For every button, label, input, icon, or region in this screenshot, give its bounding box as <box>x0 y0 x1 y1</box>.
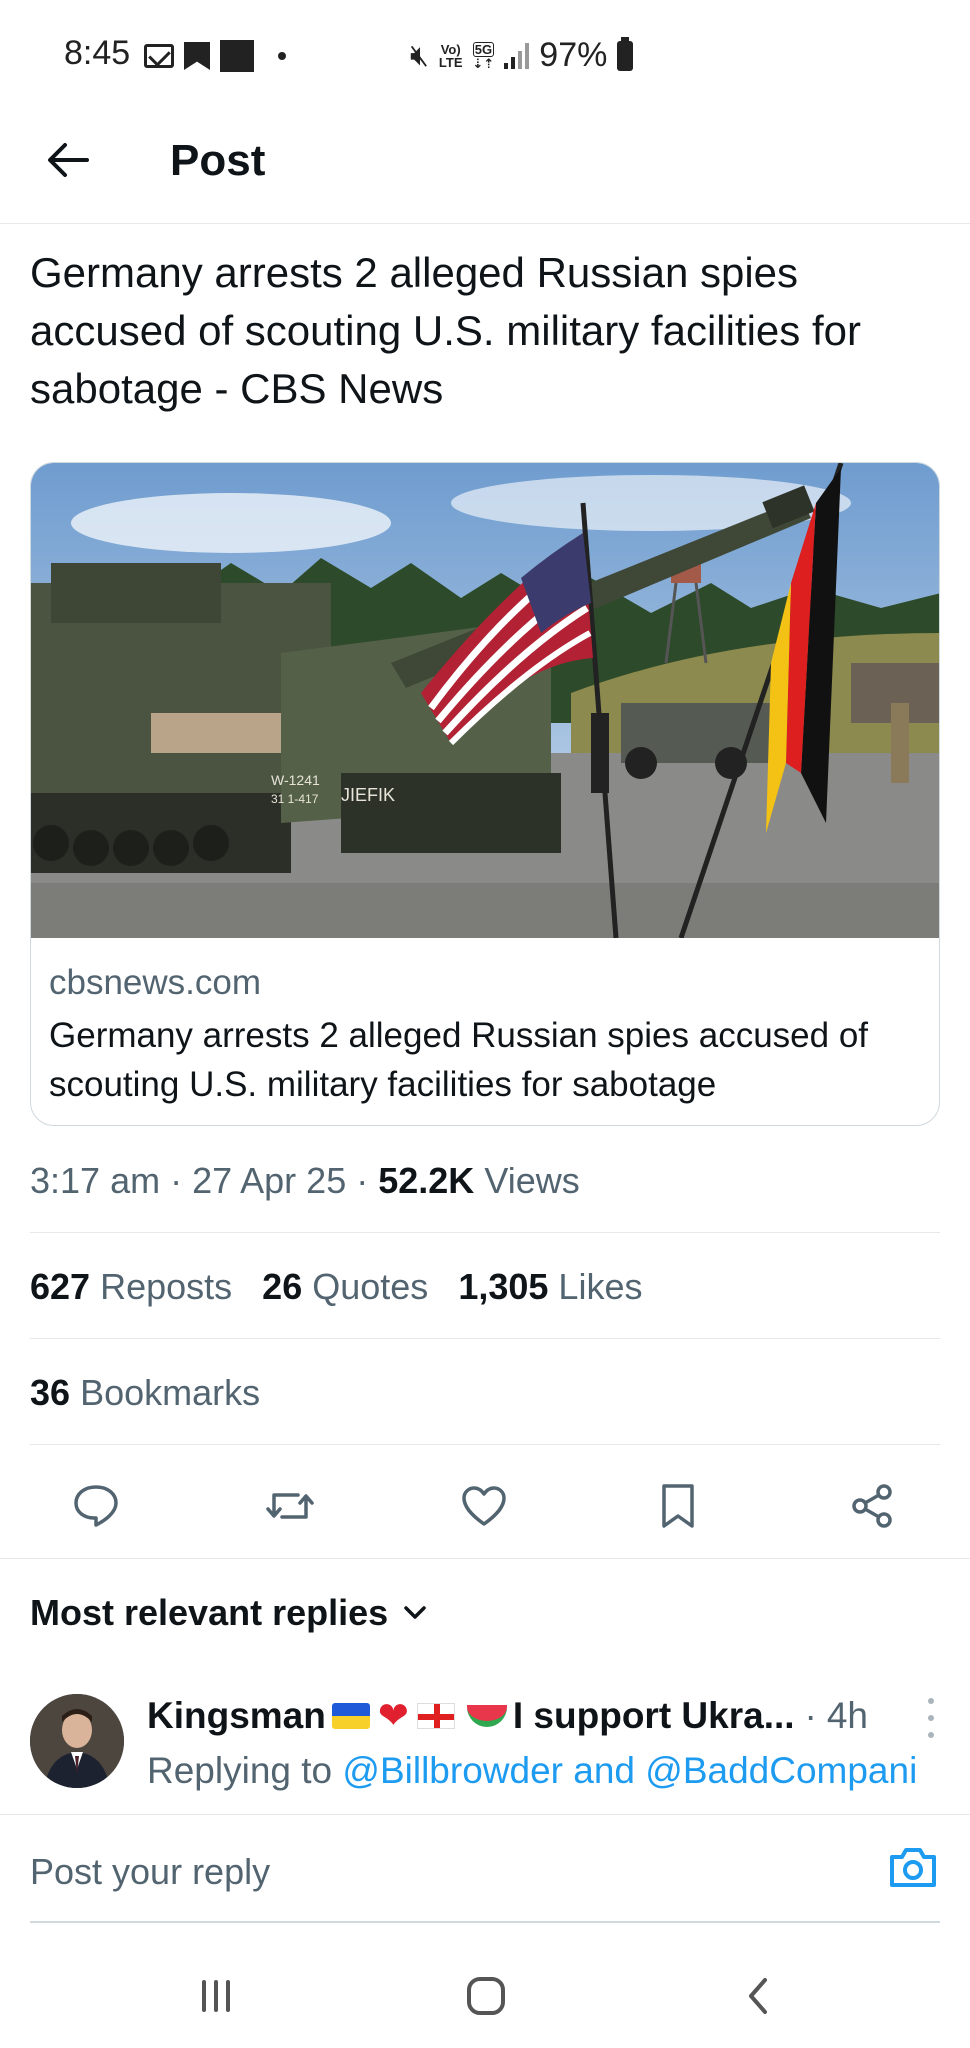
replying-to-label: Replying to <box>147 1750 333 1791</box>
tank-marking-2: 31 1-417 <box>271 792 319 806</box>
avatar-image <box>30 1694 124 1788</box>
divider <box>0 1558 970 1559</box>
link-preview-card[interactable]: W-1241 31 1-417 JIEFIK cbsnews.com Germa… <box>30 462 940 1126</box>
share-icon <box>852 1484 892 1528</box>
action-bar <box>0 1452 970 1558</box>
battery-icon <box>617 36 634 71</box>
divider <box>30 1338 940 1339</box>
bookmark-icon <box>662 1484 694 1528</box>
replying-to-mentions[interactable]: @Billbrowder and @BaddCompani <box>342 1750 917 1791</box>
card-domain: cbsnews.com <box>49 963 262 1002</box>
reposts-label: Reposts <box>100 1266 233 1307</box>
status-time: 8:45 <box>64 34 131 72</box>
card-image[interactable]: W-1241 31 1-417 JIEFIK <box>31 463 939 938</box>
post-date: 27 Apr 25 <box>192 1160 347 1201</box>
more-notifications-dot-icon <box>278 52 286 60</box>
recents-button[interactable] <box>188 1968 244 2024</box>
nav-back-button[interactable] <box>730 1968 786 2024</box>
share-button[interactable] <box>846 1480 898 1532</box>
quotes-stat[interactable]: 26 Quotes <box>262 1266 428 1308</box>
views-count[interactable]: 52.2K <box>378 1160 474 1201</box>
repost-icon <box>266 1493 314 1519</box>
more-icon[interactable] <box>926 1698 936 1738</box>
post-meta: 3:17 am · 27 Apr 25 · 52.2K Views <box>30 1160 580 1202</box>
like-button[interactable] <box>458 1480 510 1532</box>
bookmarks-stat[interactable]: 36 Bookmarks <box>30 1372 260 1414</box>
app-header: Post <box>0 110 970 224</box>
bookmarks-label: Bookmarks <box>80 1372 261 1413</box>
bookmark-button[interactable] <box>652 1480 704 1532</box>
reply-author-name-suffix: I support Ukra... <box>512 1694 795 1736</box>
quotes-count: 26 <box>262 1266 303 1307</box>
post-text: Germany arrests 2 alleged Russian spies … <box>30 249 861 412</box>
reply-time: 4h <box>826 1694 869 1736</box>
post-time: 3:17 am <box>30 1160 161 1201</box>
mute-icon: 🔇︎ <box>410 38 429 72</box>
tank-marking-3: JIEFIK <box>341 785 395 805</box>
home-icon <box>467 1977 505 2015</box>
page-title: Post <box>170 136 266 185</box>
back-arrow-icon <box>48 143 89 177</box>
mail-notification-icon <box>144 44 174 68</box>
status-bar: 8:45 🔇︎ Vo) LTE 5G ⇣⇡ 97% <box>0 0 970 110</box>
meta-separator: · <box>356 1160 379 1201</box>
replies-sort-label: Most relevant replies <box>30 1592 389 1633</box>
volte-icon: Vo) LTE <box>438 41 463 70</box>
back-button[interactable] <box>44 136 92 184</box>
tank-marking-1: W-1241 <box>271 772 320 788</box>
reply-author-name: Kingsman <box>147 1694 326 1736</box>
engagement-stats: 627 Reposts 26 Quotes 1,305 Likes <box>30 1266 642 1308</box>
military-vehicles-image: W-1241 31 1-417 JIEFIK <box>31 463 939 938</box>
georgia-flag-icon <box>416 1702 455 1729</box>
meta-separator: · <box>170 1160 193 1201</box>
bookmark-notification-icon <box>184 42 210 70</box>
reply-input[interactable]: Post your reply <box>30 1851 270 1893</box>
reply-button[interactable] <box>70 1480 122 1532</box>
replying-to: Replying to @Billbrowder and @BaddCompan… <box>147 1746 927 1796</box>
chevron-down-icon <box>404 1606 426 1619</box>
reply-icon <box>74 1485 118 1527</box>
divider <box>30 1444 940 1445</box>
reply-time-separator: · <box>804 1694 817 1736</box>
ukraine-flag-icon <box>331 1702 370 1729</box>
notification-icons <box>144 40 286 72</box>
reply-item[interactable]: Kingsman ❤︎ I support Ukra... · 4h Reply… <box>30 1690 940 1810</box>
camera-button[interactable] <box>888 1845 938 1889</box>
repost-button[interactable] <box>264 1480 316 1532</box>
home-button[interactable] <box>458 1968 514 2024</box>
recents-icon <box>202 1980 230 2012</box>
reply-author[interactable]: Kingsman ❤︎ I support Ukra... · 4h <box>147 1694 868 1737</box>
card-title: Germany arrests 2 alleged Russian spies … <box>49 1016 869 1104</box>
app-notification-icon <box>220 40 254 72</box>
nav-back-icon <box>749 1978 767 2014</box>
watermelon-icon <box>466 1704 507 1727</box>
likes-stat[interactable]: 1,305 Likes <box>458 1266 642 1308</box>
signal-icon <box>504 42 530 69</box>
system-icons: 🔇︎ Vo) LTE 5G ⇣⇡ 97% <box>410 36 634 75</box>
likes-label: Likes <box>558 1266 643 1307</box>
quotes-label: Quotes <box>312 1266 429 1307</box>
system-nav-bar <box>0 1940 970 2048</box>
avatar[interactable] <box>30 1694 124 1788</box>
bookmarks-count: 36 <box>30 1372 71 1413</box>
like-icon <box>462 1486 506 1526</box>
divider <box>30 1232 940 1233</box>
5g-icon: 5G ⇣⇡ <box>472 41 495 71</box>
camera-icon <box>890 1848 936 1887</box>
reposts-stat[interactable]: 627 Reposts <box>30 1266 232 1308</box>
replies-sort-dropdown[interactable]: Most relevant replies <box>30 1592 428 1634</box>
red-heart-icon: ❤︎ <box>377 1695 409 1736</box>
reposts-count: 627 <box>30 1266 91 1307</box>
reply-composer[interactable]: Post your reply <box>0 1814 970 1926</box>
composer-underline <box>30 1921 940 1923</box>
likes-count: 1,305 <box>458 1266 549 1307</box>
battery-percent: 97% <box>539 36 608 74</box>
views-label[interactable]: Views <box>484 1160 579 1201</box>
